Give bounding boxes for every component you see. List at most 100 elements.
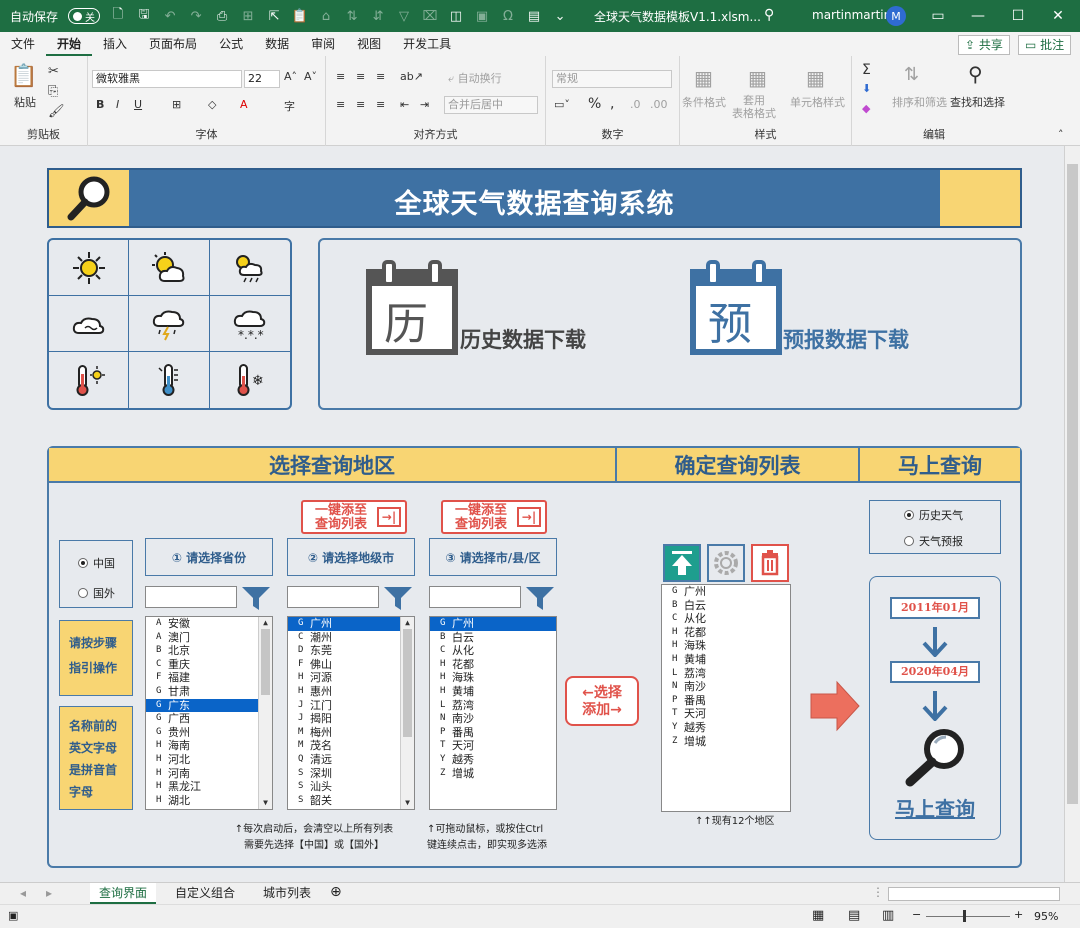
province-item[interactable]: H 海南 — [146, 739, 272, 753]
query-region-item[interactable]: H 海珠 — [662, 639, 790, 653]
number-format-select[interactable]: 常规 — [552, 70, 672, 88]
wrap-text-button[interactable]: ⤶ 自动换行 — [448, 70, 502, 86]
query-region-item[interactable]: B 白云 — [662, 599, 790, 613]
align-top-icon[interactable]: ≡ — [336, 70, 345, 83]
comment-button[interactable]: ▭ 批注 — [1018, 35, 1072, 55]
province-item[interactable]: B 北京 — [146, 644, 272, 658]
history-download-link[interactable]: 历史数据下载 — [460, 324, 586, 354]
menu-tab[interactable]: 页面布局 — [138, 32, 208, 56]
clear-format-icon[interactable]: ⌧ — [422, 8, 438, 24]
picture-icon[interactable]: ▣ — [474, 8, 490, 24]
province-item[interactable]: F 福建 — [146, 671, 272, 685]
sheet-tab[interactable]: 查询界面 — [90, 883, 157, 904]
sheet-tab[interactable]: 自定义组合 — [166, 883, 244, 904]
add-sheet-icon[interactable]: ⊕ — [330, 884, 342, 900]
province-item[interactable]: G 贵州 — [146, 726, 272, 740]
end-date-field[interactable]: 2020年04月 — [890, 661, 980, 683]
filter-icon[interactable]: ▽ — [396, 8, 412, 24]
align-center-icon[interactable]: ≡ — [356, 98, 365, 111]
scroll-thumb[interactable] — [261, 629, 270, 695]
query-now-button[interactable]: 马上查询 — [870, 793, 1000, 822]
add-all-cities-button[interactable]: 一键添至 查询列表 →| — [301, 500, 407, 534]
conditional-format-button[interactable]: 条件格式 — [682, 94, 726, 110]
delete-trash-icon[interactable] — [751, 544, 789, 582]
radio-forecast-weather[interactable]: 天气预报 — [904, 533, 963, 549]
redo-icon[interactable]: ↷ — [188, 8, 204, 24]
maximize-icon[interactable]: ☐ — [998, 4, 1038, 28]
query-region-item[interactable]: H 花都 — [662, 626, 790, 640]
district-item[interactable]: T 天河 — [430, 739, 556, 753]
find-select-button[interactable]: 查找和选择 — [950, 94, 1005, 110]
new-file-icon[interactable]: 🗋 — [110, 7, 126, 24]
comma-icon[interactable]: , — [610, 96, 614, 112]
district-item[interactable]: H 花都 — [430, 658, 556, 672]
share-button[interactable]: ⇪ 共享 — [958, 35, 1010, 55]
tab-scroll-right-icon[interactable]: ▸ — [46, 886, 52, 900]
zoom-out-icon[interactable]: − — [912, 908, 921, 921]
vertical-scroll-thumb[interactable] — [1067, 164, 1078, 804]
city-item[interactable]: S 汕头 — [288, 780, 414, 794]
conditional-format-icon[interactable]: ▦ — [694, 66, 713, 90]
city-filter-input[interactable] — [287, 586, 379, 608]
table-icon[interactable]: ⊞ — [240, 8, 256, 24]
menu-tab[interactable]: 视图 — [346, 32, 392, 56]
select-add-button[interactable]: ←选择 添加→ — [565, 676, 639, 726]
query-region-item[interactable]: Y 越秀 — [662, 721, 790, 735]
format-icon[interactable]: ⌂ — [318, 8, 334, 24]
form-icon[interactable]: ▤ — [526, 8, 542, 24]
forecast-download-link[interactable]: 预报数据下载 — [783, 324, 909, 354]
query-region-item[interactable]: Z 增城 — [662, 735, 790, 749]
align-left-icon[interactable]: ≡ — [336, 98, 345, 111]
district-item[interactable]: G 广州 — [430, 617, 556, 631]
province-item[interactable]: C 重庆 — [146, 658, 272, 672]
city-filter-funnel-icon[interactable] — [383, 585, 413, 611]
district-item[interactable]: Y 越秀 — [430, 753, 556, 767]
zoom-level[interactable]: 95% — [1034, 910, 1058, 923]
align-middle-icon[interactable]: ≡ — [356, 70, 365, 83]
search-icon[interactable]: ⚲ — [764, 7, 774, 23]
sheet-tab[interactable]: 城市列表 — [254, 883, 320, 904]
start-date-field[interactable]: 2011年01月 — [890, 597, 980, 619]
copy-icon[interactable]: ⎘ — [48, 84, 58, 99]
city-listbox[interactable]: G 广州 C 潮州 D 东莞 F 佛山 H 河源 H 惠州 J 江门 J 揭阳 M 梅州 M 茂名 Q 清远 S 深圳 S 汕头 S… — [287, 616, 415, 810]
city-item[interactable]: D 东莞 — [288, 644, 414, 658]
province-item[interactable]: A 澳门 — [146, 631, 272, 645]
district-item[interactable]: B 白云 — [430, 631, 556, 645]
vertical-scrollbar[interactable] — [1064, 146, 1080, 882]
normal-view-icon[interactable]: ▦ — [812, 908, 824, 923]
align-bottom-icon[interactable]: ≡ — [376, 70, 385, 83]
font-color-icon[interactable]: A — [240, 98, 248, 111]
settings-gear-icon[interactable] — [707, 544, 745, 582]
avatar[interactable]: M — [886, 6, 906, 26]
query-listbox[interactable]: G 广州 B 白云 C 从化 H 花都 H 海珠 H 黄埔 L 荔湾 N 南沙 P 番禺 T 天河 Y 越秀 Z 增城 — [661, 584, 791, 812]
query-region-item[interactable]: C 从化 — [662, 612, 790, 626]
format-painter-icon[interactable]: 🖌 — [48, 104, 65, 119]
select-pointer-icon[interactable]: ⇱ — [266, 8, 282, 24]
query-region-item[interactable]: L 荔湾 — [662, 667, 790, 681]
query-region-item[interactable]: H 黄埔 — [662, 653, 790, 667]
clear-icon[interactable]: ◆ — [862, 102, 870, 115]
radio-china[interactable]: 中国 — [78, 555, 115, 571]
ribbon-display-icon[interactable]: ▭ — [918, 4, 958, 28]
bold-icon[interactable]: B — [96, 98, 104, 111]
menu-tab[interactable]: 数据 — [254, 32, 300, 56]
paste-button[interactable]: 粘贴 — [14, 94, 36, 110]
query-region-item[interactable]: P 番禺 — [662, 694, 790, 708]
sort-filter-icon[interactable]: ⇅ — [904, 64, 919, 85]
city-item[interactable]: C 潮州 — [288, 631, 414, 645]
city-item[interactable]: H 惠州 — [288, 685, 414, 699]
city-item[interactable]: S 深圳 — [288, 767, 414, 781]
print-preview-icon[interactable]: ⎙ — [214, 8, 230, 24]
city-item[interactable]: S 韶关 — [288, 794, 414, 808]
menu-tab[interactable]: 开发工具 — [392, 32, 462, 56]
city-item[interactable]: M 茂名 — [288, 739, 414, 753]
scroll-down-icon[interactable]: ▼ — [259, 797, 272, 809]
camera-icon[interactable]: ◫ — [448, 8, 464, 24]
district-item[interactable]: Z 增城 — [430, 767, 556, 781]
province-item[interactable]: H 湖北 — [146, 794, 272, 808]
increase-decimal-icon[interactable]: .0 — [630, 98, 641, 111]
scroll-thumb[interactable] — [403, 629, 412, 737]
fill-icon[interactable]: ⬇ — [862, 82, 871, 95]
district-item[interactable]: P 番禺 — [430, 726, 556, 740]
district-item[interactable]: H 黄埔 — [430, 685, 556, 699]
